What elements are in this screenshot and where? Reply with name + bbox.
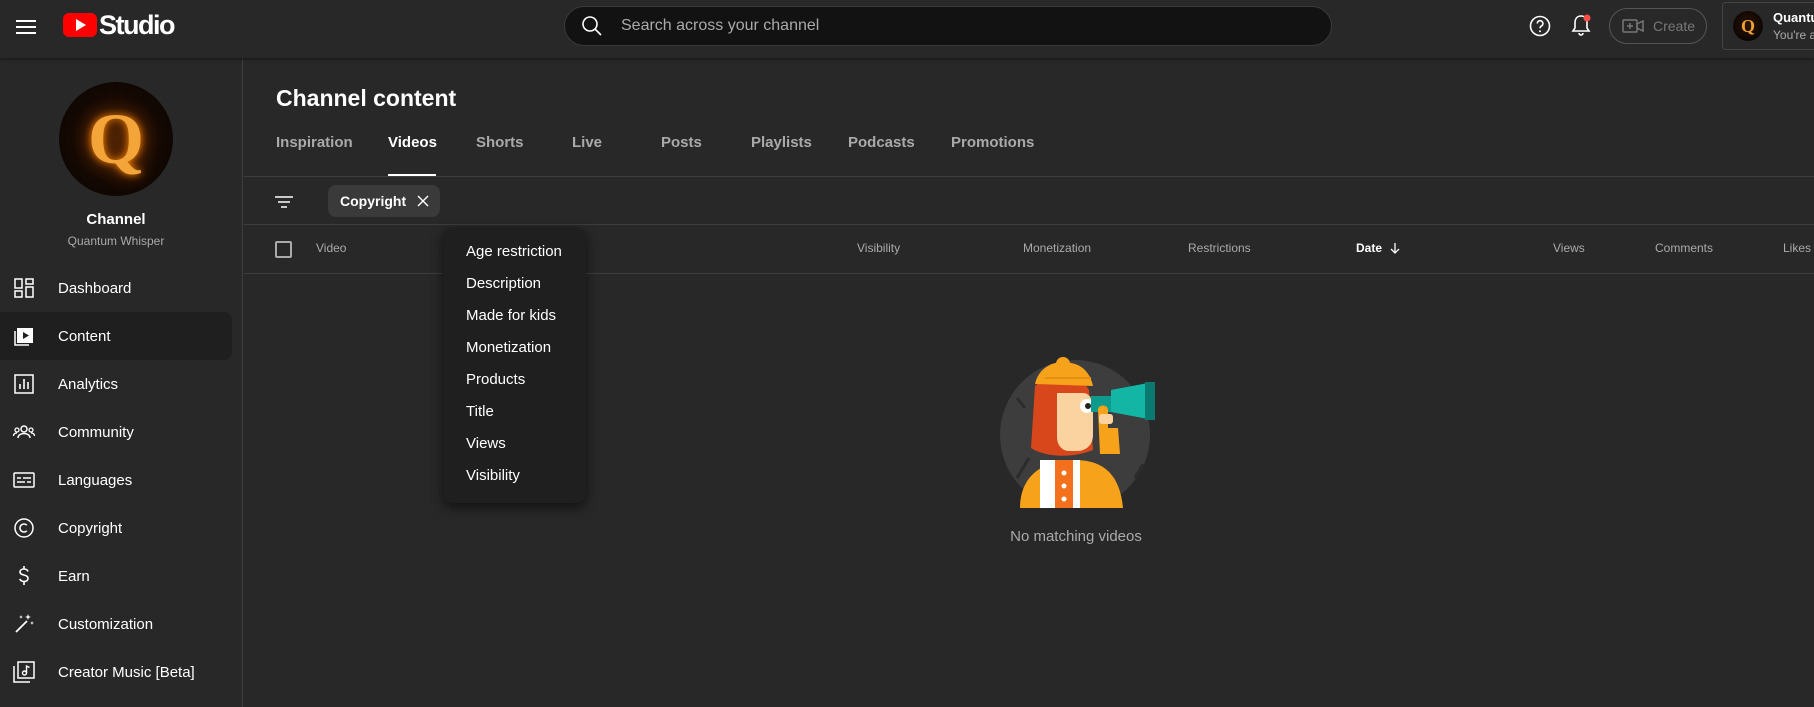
column-views[interactable]: Views <box>1553 241 1585 255</box>
content-icon <box>14 328 33 346</box>
search-input[interactable] <box>621 17 1261 35</box>
sidebar-item-label: Languages <box>58 471 133 489</box>
tab-shorts[interactable]: Shorts <box>476 134 572 176</box>
tab-podcasts[interactable]: Podcasts <box>848 134 951 176</box>
sidebar-item-community[interactable]: Community <box>0 408 232 456</box>
close-icon[interactable] <box>416 194 430 208</box>
magic-wand-icon <box>15 614 34 633</box>
analytics-icon <box>14 374 34 394</box>
menu-item-products[interactable]: Products <box>443 363 586 395</box>
sidebar-item-customization[interactable]: Customization <box>0 600 232 648</box>
column-date-label: Date <box>1356 241 1383 255</box>
column-comments[interactable]: Comments <box>1655 241 1713 255</box>
column-date[interactable]: Date <box>1356 241 1402 255</box>
filter-icon[interactable] <box>272 190 296 214</box>
content-tabs: Inspiration Videos Shorts Live Posts Pla… <box>276 134 1041 176</box>
tab-posts[interactable]: Posts <box>661 134 751 176</box>
dashboard-icon <box>14 278 34 298</box>
account-button[interactable]: Q Quantu You're a <box>1722 2 1814 50</box>
filter-chip-label: Copyright <box>340 193 407 209</box>
channel-name: Quantum Whisper <box>67 234 165 248</box>
sidebar-item-label: Dashboard <box>58 279 132 297</box>
page-title: Channel content <box>276 85 457 111</box>
tab-live[interactable]: Live <box>572 134 661 176</box>
sidebar-item-earn[interactable]: Earn <box>0 552 232 600</box>
filter-dropdown-menu: Age restriction Description Made for kid… <box>443 227 586 503</box>
add-video-icon <box>1622 19 1644 33</box>
sidebar-item-label: Creator Music [Beta] <box>58 663 195 681</box>
column-restrictions[interactable]: Restrictions <box>1188 241 1251 255</box>
earn-icon <box>19 566 29 585</box>
sidebar-nav: Dashboard Content Analytics Community La… <box>0 264 243 696</box>
sidebar-item-label: Community <box>58 423 134 441</box>
sidebar-item-analytics[interactable]: Analytics <box>0 360 232 408</box>
sidebar-item-label: Customization <box>58 615 154 633</box>
arrow-down-icon <box>1390 243 1400 254</box>
tabs-divider <box>244 176 1814 177</box>
menu-item-age-restriction[interactable]: Age restriction <box>443 235 586 267</box>
menu-item-views[interactable]: Views <box>443 427 586 459</box>
tab-playlists[interactable]: Playlists <box>751 134 848 176</box>
menu-item-made-for-kids[interactable]: Made for kids <box>443 299 586 331</box>
select-all-checkbox[interactable] <box>275 241 292 258</box>
column-video[interactable]: Video <box>316 241 346 255</box>
channel-title: Channel <box>86 211 146 228</box>
youtube-logo-icon <box>63 13 97 37</box>
menu-icon[interactable] <box>13 14 39 40</box>
sidebar-item-creator-music[interactable]: Creator Music [Beta] <box>0 648 232 696</box>
studio-logo[interactable]: Studio <box>63 9 175 40</box>
sidebar-item-content[interactable]: Content <box>0 312 232 360</box>
column-likes[interactable]: Likes <box>1783 241 1811 255</box>
notifications-icon[interactable] <box>1568 12 1594 38</box>
search-icon[interactable] <box>581 15 603 37</box>
create-button[interactable]: Create <box>1609 8 1707 44</box>
sidebar-item-label: Earn <box>58 567 90 585</box>
languages-icon <box>13 472 35 488</box>
sidebar: Q Channel Quantum Whisper Dashboard Cont… <box>0 58 243 707</box>
filter-chip-copyright[interactable]: Copyright <box>328 185 441 217</box>
sidebar-item-languages[interactable]: Languages <box>0 456 232 504</box>
create-label: Create <box>1653 18 1696 34</box>
sidebar-item-label: Analytics <box>58 375 119 393</box>
menu-item-visibility[interactable]: Visibility <box>443 459 586 491</box>
menu-item-monetization[interactable]: Monetization <box>443 331 586 363</box>
logo-text: Studio <box>99 9 175 40</box>
help-icon[interactable] <box>1528 14 1552 38</box>
channel-avatar[interactable]: Q <box>59 82 173 196</box>
tab-inspiration[interactable]: Inspiration <box>276 134 388 176</box>
account-name: Quantu <box>1773 10 1814 25</box>
account-subtitle: You're a <box>1773 28 1814 42</box>
sidebar-item-label: Content <box>58 327 111 345</box>
top-bar: Studio Create Q Quantu You're a <box>0 0 1814 58</box>
tab-videos[interactable]: Videos <box>388 134 437 176</box>
community-icon <box>12 425 36 439</box>
menu-item-title[interactable]: Title <box>443 395 586 427</box>
column-visibility[interactable]: Visibility <box>857 241 900 255</box>
empty-state-message: No matching videos <box>1010 528 1142 545</box>
sidebar-item-dashboard[interactable]: Dashboard <box>0 264 232 312</box>
music-icon <box>13 661 35 683</box>
account-avatar: Q <box>1733 11 1763 41</box>
column-monetization[interactable]: Monetization <box>1023 241 1091 255</box>
channel-avatar-letter: Q <box>87 98 144 179</box>
search-bar[interactable] <box>564 6 1332 46</box>
menu-item-description[interactable]: Description <box>443 267 586 299</box>
empty-state-illustration <box>995 348 1175 508</box>
tab-promotions[interactable]: Promotions <box>951 134 1041 176</box>
